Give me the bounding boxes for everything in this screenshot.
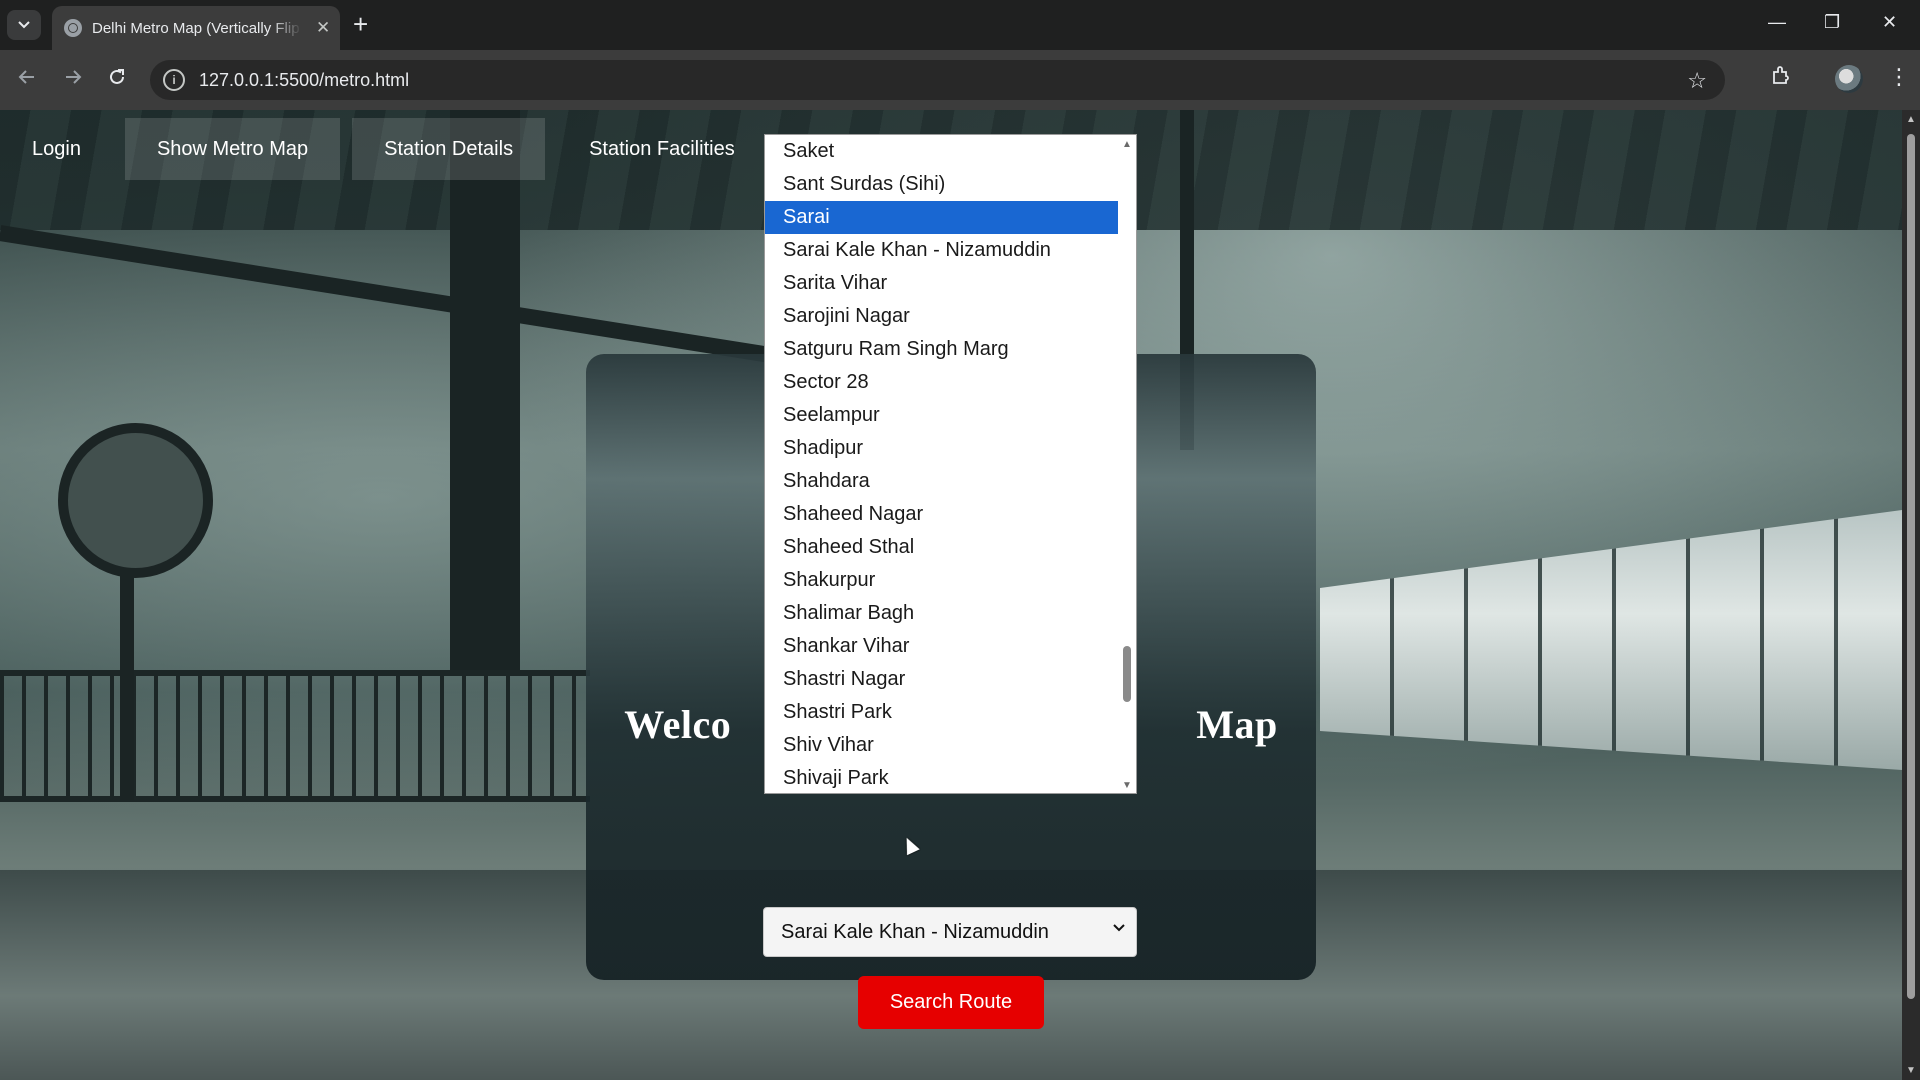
reload-icon (110, 69, 124, 84)
dropdown-option[interactable]: Sarita Vihar (765, 267, 1119, 300)
page-scroll-thumb[interactable] (1907, 134, 1915, 999)
globe-icon (64, 19, 82, 37)
nav-station-facilities[interactable]: Station Facilities (557, 118, 767, 180)
page-scrollbar[interactable]: ▲ ▼ (1902, 110, 1920, 1080)
search-route-button[interactable]: Search Route (858, 976, 1044, 1029)
nav-login[interactable]: Login (0, 118, 113, 180)
dropdown-option[interactable]: Sarai Kale Khan - Nizamuddin (765, 234, 1119, 267)
source-station-dropdown-list[interactable]: Saket Sant Surdas (Sihi) Sarai Sarai Kale K… (764, 134, 1137, 794)
url-text: 127.0.0.1:5500/metro.html (199, 69, 410, 90)
profile-avatar[interactable] (1835, 65, 1863, 93)
extensions-icon[interactable] (1770, 64, 1792, 92)
scroll-up-arrow-icon[interactable]: ▲ (1122, 139, 1132, 150)
scroll-up-arrow-icon[interactable]: ▲ (1906, 114, 1916, 125)
dropdown-option[interactable]: Shakurpur (765, 564, 1119, 597)
dropdown-option[interactable]: Shastri Park (765, 696, 1119, 729)
site-info-icon[interactable]: i (163, 69, 185, 91)
browser-tabstrip: Delhi Metro Map (Vertically Flip ✕ + — ❐… (0, 0, 1920, 50)
close-window-button[interactable]: ✕ (1882, 12, 1897, 33)
background-railing (0, 670, 590, 802)
scroll-down-arrow-icon[interactable]: ▼ (1906, 1065, 1916, 1076)
dropdown-option[interactable]: Shahdara (765, 465, 1119, 498)
restore-button[interactable]: ❐ (1824, 12, 1840, 33)
dropdown-option[interactable]: Shalimar Bagh (765, 597, 1119, 630)
dropdown-option[interactable]: Shankar Vihar (765, 630, 1119, 663)
dropdown-option[interactable]: Satguru Ram Singh Marg (765, 333, 1119, 366)
background-beam (0, 225, 772, 363)
station-sign-image (58, 423, 213, 578)
page-viewport: Login Show Metro Map Station Details Sta… (0, 110, 1902, 1080)
background-pillar (450, 110, 520, 670)
dropdown-option[interactable]: Seelampur (765, 399, 1119, 432)
reload-button[interactable] (106, 66, 128, 94)
metro-train-image (1320, 510, 1902, 770)
title-right-fragment: Map (1196, 702, 1278, 747)
tab-search-button[interactable] (7, 10, 41, 40)
close-icon[interactable]: ✕ (316, 18, 330, 38)
bookmark-star-icon[interactable]: ☆ (1687, 68, 1707, 94)
browser-toolbar: i 127.0.0.1:5500/metro.html ☆ ⋮ (0, 50, 1920, 110)
new-tab-button[interactable]: + (353, 11, 368, 37)
arrow-right-icon (66, 70, 82, 84)
browser-tab[interactable]: Delhi Metro Map (Vertically Flip ✕ (52, 6, 340, 50)
main-nav: Login Show Metro Map Station Details Sta… (0, 118, 779, 190)
forward-button[interactable] (62, 66, 84, 94)
nav-show-metro-map[interactable]: Show Metro Map (124, 118, 341, 180)
chevron-down-icon (18, 21, 30, 29)
dropdown-scrollbar[interactable]: ▲ ▼ (1118, 135, 1136, 793)
tab-title: Delhi Metro Map (Vertically Flip (92, 19, 300, 37)
dropdown-option[interactable]: Shastri Nagar (765, 663, 1119, 696)
address-bar[interactable]: i 127.0.0.1:5500/metro.html ☆ (150, 60, 1725, 100)
dropdown-option[interactable]: Shivaji Park (765, 762, 1119, 793)
menu-dots-icon[interactable]: ⋮ (1888, 64, 1910, 90)
dropdown-scroll-thumb[interactable] (1123, 646, 1131, 702)
dropdown-option[interactable]: Shaheed Nagar (765, 498, 1119, 531)
dropdown-option[interactable]: Sarai (765, 201, 1119, 234)
dropdown-option[interactable]: Shadipur (765, 432, 1119, 465)
back-button[interactable] (16, 66, 38, 94)
title-left-fragment: Welco (624, 702, 732, 747)
scroll-down-arrow-icon[interactable]: ▼ (1122, 780, 1132, 791)
dropdown-option[interactable]: Shaheed Sthal (765, 531, 1119, 564)
dropdown-option[interactable]: Shiv Vihar (765, 729, 1119, 762)
station-sign-pole (120, 570, 134, 800)
dropdown-option[interactable]: Sarojini Nagar (765, 300, 1119, 333)
dropdown-option[interactable]: Sector 28 (765, 366, 1119, 399)
chevron-down-icon (1113, 924, 1125, 932)
dropdown-option[interactable]: Sant Surdas (Sihi) (765, 168, 1119, 201)
dropdown-option[interactable]: Saket (765, 135, 1119, 168)
nav-station-details[interactable]: Station Details (352, 118, 546, 180)
destination-station-value: Sarai Kale Khan - Nizamuddin (781, 920, 1049, 943)
destination-station-select[interactable]: Sarai Kale Khan - Nizamuddin (763, 907, 1137, 957)
minimize-button[interactable]: — (1768, 12, 1786, 33)
dropdown-options: Saket Sant Surdas (Sihi) Sarai Sarai Kale K… (765, 135, 1119, 793)
arrow-left-icon (18, 70, 34, 84)
